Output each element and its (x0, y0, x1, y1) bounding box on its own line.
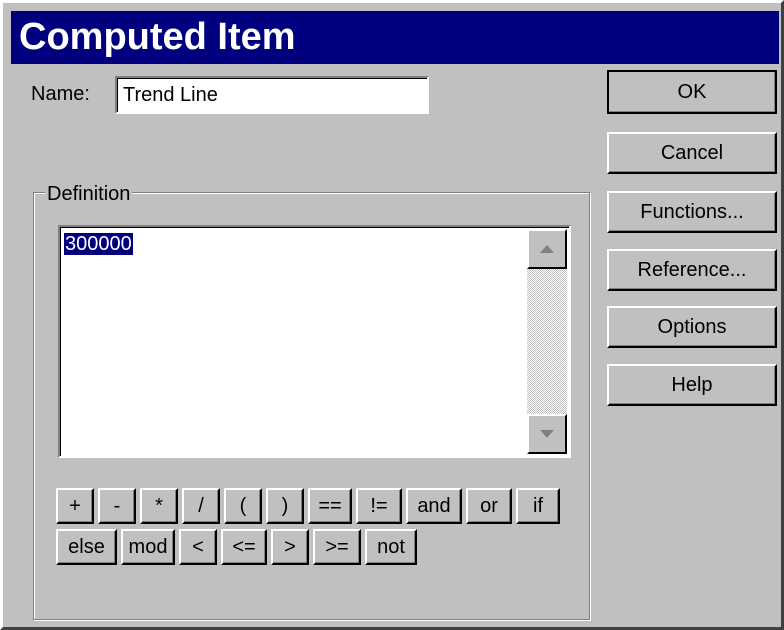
definition-text: 300000 (64, 233, 133, 256)
operator-not-equals-button[interactable]: != (356, 488, 402, 524)
name-input[interactable] (115, 76, 429, 114)
operator-minus-button[interactable]: - (98, 488, 136, 524)
operator-and-button[interactable]: and (406, 488, 462, 524)
operator-greater-than-button[interactable]: > (271, 529, 309, 565)
operator-not-button[interactable]: not (365, 529, 417, 565)
scroll-up-icon (540, 245, 554, 253)
operator-or-button[interactable]: or (466, 488, 512, 524)
help-button[interactable]: Help (607, 364, 777, 406)
operator-mod-button[interactable]: mod (121, 529, 175, 565)
computed-item-dialog: Computed Item Name: OK Cancel Functions.… (0, 0, 784, 630)
operator-equals-button[interactable]: == (308, 488, 352, 524)
operator-multiply-button[interactable]: * (140, 488, 178, 524)
definition-group-label: Definition (45, 183, 133, 206)
definition-scrollbar[interactable] (527, 229, 567, 454)
operator-close-paren-button[interactable]: ) (266, 488, 304, 524)
reference-button[interactable]: Reference... (607, 249, 777, 291)
scroll-down-button[interactable] (527, 414, 567, 454)
operator-if-button[interactable]: if (516, 488, 560, 524)
operator-less-equal-button[interactable]: <= (221, 529, 267, 565)
ok-button[interactable]: OK (607, 70, 777, 114)
selected-definition-text: 300000 (64, 233, 133, 255)
scroll-down-icon (540, 430, 554, 438)
operator-open-paren-button[interactable]: ( (224, 488, 262, 524)
operator-greater-equal-button[interactable]: >= (313, 529, 361, 565)
cancel-button[interactable]: Cancel (607, 132, 777, 174)
operator-plus-button[interactable]: + (56, 488, 94, 524)
operator-divide-button[interactable]: / (182, 488, 220, 524)
operator-less-than-button[interactable]: < (179, 529, 217, 565)
options-button[interactable]: Options (607, 306, 777, 348)
dialog-title: Computed Item (11, 11, 779, 64)
operator-else-button[interactable]: else (56, 529, 117, 565)
name-label: Name: (31, 83, 90, 105)
functions-button[interactable]: Functions... (607, 191, 777, 233)
scroll-up-button[interactable] (527, 229, 567, 269)
definition-textarea[interactable]: 300000 (58, 225, 571, 458)
